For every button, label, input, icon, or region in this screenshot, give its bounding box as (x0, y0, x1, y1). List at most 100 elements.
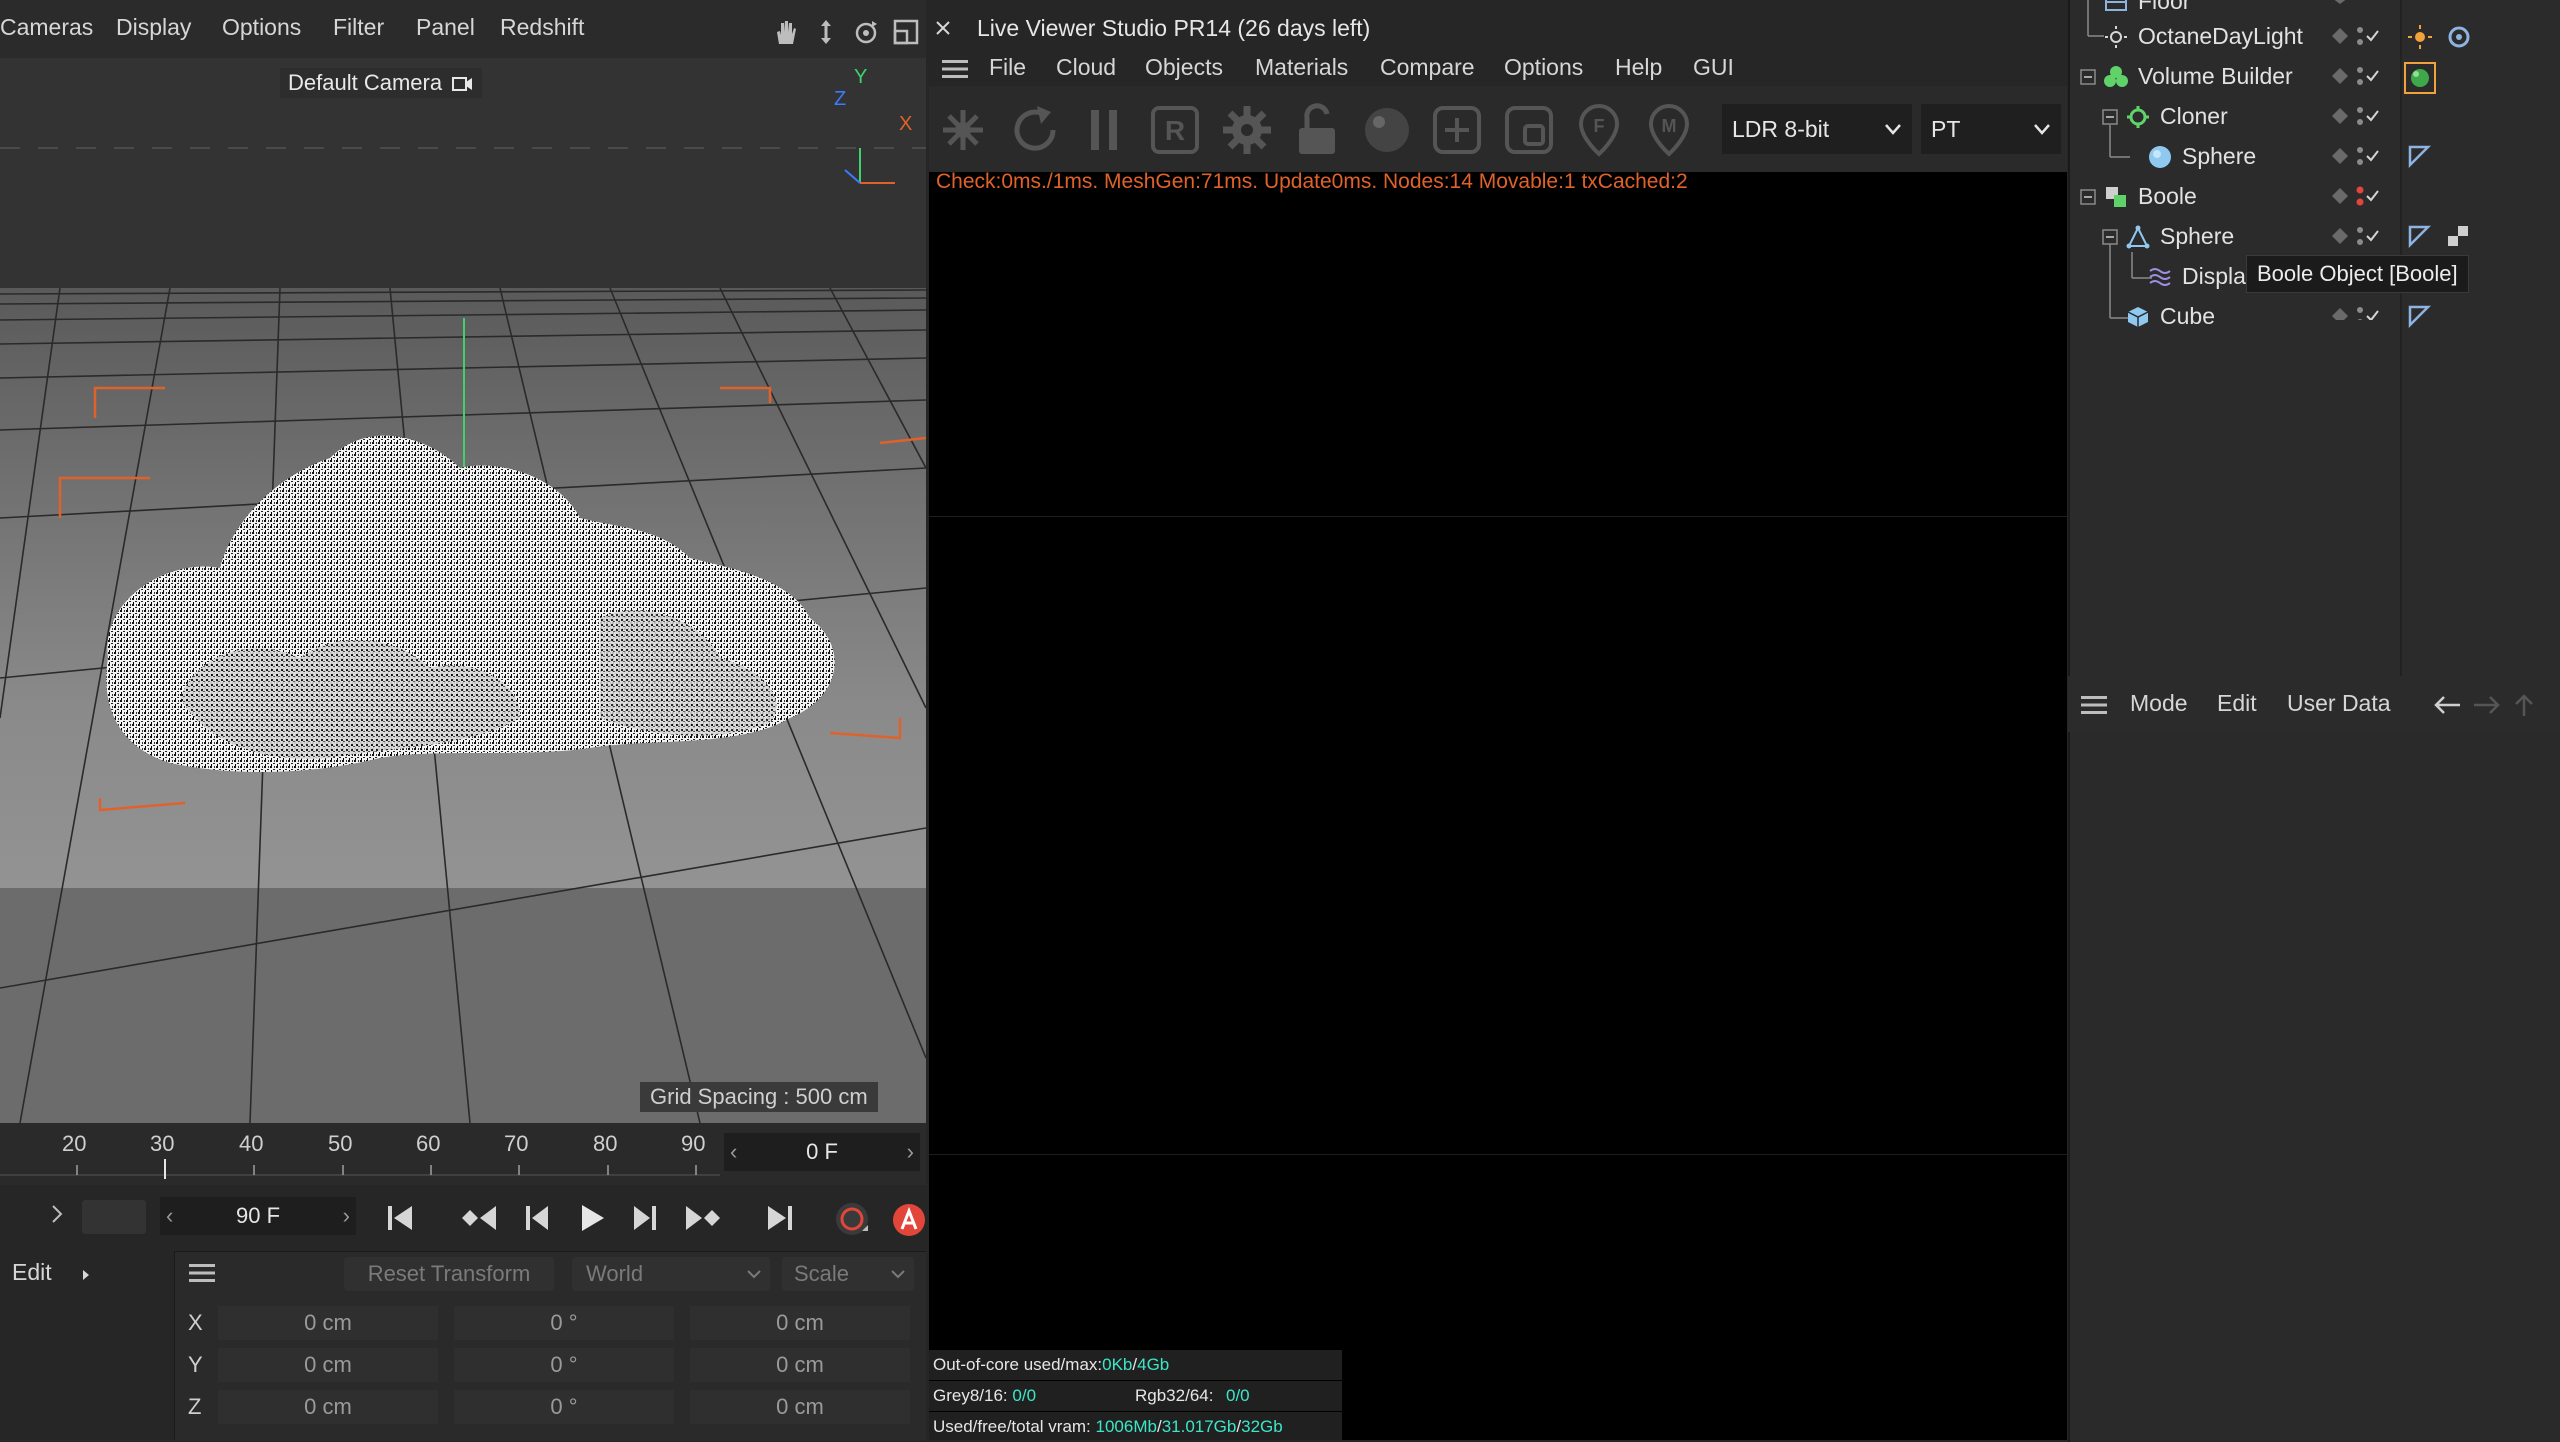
chevron-right-icon[interactable] (50, 1202, 64, 1226)
position-y-field[interactable]: 0 cm (218, 1348, 438, 1382)
size-z-field[interactable]: 0 cm (690, 1390, 910, 1424)
ldr-select[interactable]: LDR 8-bit (1722, 104, 1912, 154)
phong-tag-icon[interactable] (2407, 144, 2431, 168)
kernel-select[interactable]: PT (1921, 104, 2061, 154)
live-viewer-render-area[interactable] (929, 0, 2067, 1440)
add-material-icon[interactable] (1429, 102, 1485, 158)
lv-menu-gui[interactable]: GUI (1693, 54, 1734, 81)
restart-render-icon[interactable] (1007, 102, 1063, 158)
chevron-down-icon (2034, 124, 2050, 135)
am-menu-user-data[interactable]: User Data (2287, 690, 2391, 717)
coordinate-mode-select[interactable]: Scale (782, 1257, 914, 1291)
rotation-z-field[interactable]: 0 ° (454, 1390, 674, 1424)
settings-gear-icon[interactable] (1219, 102, 1275, 158)
edit-menu[interactable]: Edit (12, 1259, 52, 1286)
reset-transform-button[interactable]: Reset Transform (344, 1257, 554, 1291)
focus-pick-icon[interactable]: F (1571, 102, 1627, 158)
ldr-select-value: LDR 8-bit (1732, 116, 1830, 142)
phong-tag-icon[interactable] (2407, 304, 2431, 328)
size-x-field[interactable]: 0 cm (690, 1306, 910, 1340)
rotate-view-icon[interactable] (852, 18, 880, 46)
uvw-tag-icon[interactable] (2446, 224, 2470, 248)
volume-builder-icon (2104, 66, 2128, 87)
render-status-line: Check:0ms./1ms. MeshGen:71ms. Update0ms.… (936, 170, 1688, 193)
sun-tag-icon[interactable] (2407, 24, 2433, 50)
viewport-canvas[interactable] (0, 58, 926, 1123)
end-frame-decrement-icon[interactable]: ‹ (166, 1197, 173, 1235)
move-view-icon[interactable] (812, 18, 840, 46)
live-viewer-menubar: File Cloud Objects Materials Compare Opt… (929, 54, 2067, 86)
lv-menu-options[interactable]: Options (1504, 54, 1583, 81)
object-row-volume-builder[interactable]: Volume Builder (2068, 57, 2560, 97)
object-row-cloner[interactable]: Cloner (2068, 97, 2560, 137)
size-y-field[interactable]: 0 cm (690, 1348, 910, 1382)
object-row-octanedaylight[interactable]: OctaneDayLight (2068, 17, 2560, 57)
object-row-boole[interactable]: Boole (2068, 177, 2560, 217)
rotation-x-field[interactable]: 0 ° (454, 1306, 674, 1340)
close-icon[interactable] (935, 20, 951, 36)
up-arrow-icon[interactable] (2512, 692, 2536, 718)
frame-increment-icon[interactable]: › (907, 1133, 914, 1171)
rotation-y-field[interactable]: 0 ° (454, 1348, 674, 1382)
lv-menu-objects[interactable]: Objects (1145, 54, 1223, 81)
go-to-start-icon[interactable] (382, 1202, 418, 1234)
previous-frame-icon[interactable] (520, 1202, 552, 1234)
send-scene-icon[interactable] (935, 102, 991, 158)
menu-options[interactable]: Options (222, 14, 301, 41)
hamburger-menu-icon[interactable] (941, 58, 969, 80)
chevron-right-icon[interactable] (80, 1267, 92, 1283)
phong-tag-icon[interactable] (2407, 224, 2431, 248)
menu-filter[interactable]: Filter (333, 14, 384, 41)
lv-menu-cloud[interactable]: Cloud (1056, 54, 1116, 81)
position-z-field[interactable]: 0 cm (218, 1390, 438, 1424)
object-row-sphere[interactable]: Sphere (2068, 217, 2560, 257)
menu-panel[interactable]: Panel (416, 14, 475, 41)
maximize-view-icon[interactable] (892, 18, 920, 46)
am-menu-mode[interactable]: Mode (2130, 690, 2188, 717)
previous-key-icon[interactable] (460, 1202, 500, 1234)
material-tag-icon[interactable] (2404, 62, 2436, 94)
am-menu-edit[interactable]: Edit (2217, 690, 2257, 717)
lv-menu-materials[interactable]: Materials (1255, 54, 1348, 81)
next-frame-icon[interactable] (630, 1202, 662, 1234)
lv-menu-help[interactable]: Help (1615, 54, 1662, 81)
pan-hand-icon[interactable] (771, 18, 799, 46)
octane-settings-tag-icon[interactable] (2446, 24, 2472, 50)
camera-label[interactable]: Default Camera (280, 68, 483, 98)
current-frame-field[interactable]: ‹ 0 F › (724, 1133, 920, 1171)
position-x-field[interactable]: 0 cm (218, 1306, 438, 1340)
region-render-icon[interactable]: R (1147, 102, 1203, 158)
material-pick-icon[interactable]: M (1641, 102, 1697, 158)
coordinate-space-select[interactable]: World (572, 1257, 770, 1291)
pause-render-icon[interactable] (1077, 102, 1133, 158)
frame-decrement-icon[interactable]: ‹ (730, 1133, 737, 1171)
vram-free: 31.017Gb (1161, 1417, 1237, 1436)
menu-cameras[interactable]: Cameras (0, 14, 93, 41)
lock-icon[interactable] (1289, 102, 1345, 158)
go-to-end-icon[interactable] (762, 1202, 798, 1234)
timeline-scrub-handle[interactable] (82, 1200, 146, 1234)
timeline-ruler[interactable]: 20 30 40 50 60 70 80 90 ‹ 0 F › (0, 1123, 926, 1185)
object-row-sphere[interactable]: Sphere (2068, 137, 2560, 177)
menu-display[interactable]: Display (116, 14, 191, 41)
object-row-cube[interactable]: Cube (2068, 297, 2560, 337)
next-key-icon[interactable] (682, 1202, 722, 1234)
material-sphere-icon[interactable] (1359, 102, 1415, 158)
hamburger-menu-icon[interactable] (2080, 694, 2108, 716)
region-divider (929, 1154, 2067, 1155)
forward-arrow-icon[interactable] (2472, 694, 2502, 716)
lv-menu-file[interactable]: File (989, 54, 1026, 81)
autokey-icon[interactable] (892, 1203, 926, 1237)
coordinates-side-panel: Edit (0, 1251, 175, 1440)
record-icon[interactable] (832, 1199, 872, 1239)
end-frame-field[interactable]: ‹ 90 F › (160, 1197, 356, 1235)
menu-redshift[interactable]: Redshift (500, 14, 584, 41)
coordinate-mode-value: Scale (794, 1261, 850, 1286)
end-frame-increment-icon[interactable]: › (343, 1197, 350, 1235)
clip-region-icon[interactable] (1501, 102, 1557, 158)
back-arrow-icon[interactable] (2432, 694, 2462, 716)
play-icon[interactable] (576, 1202, 608, 1234)
lv-menu-compare[interactable]: Compare (1380, 54, 1475, 81)
ruler-tick-label: 60 (416, 1131, 441, 1156)
hamburger-menu-icon[interactable] (188, 1262, 216, 1284)
